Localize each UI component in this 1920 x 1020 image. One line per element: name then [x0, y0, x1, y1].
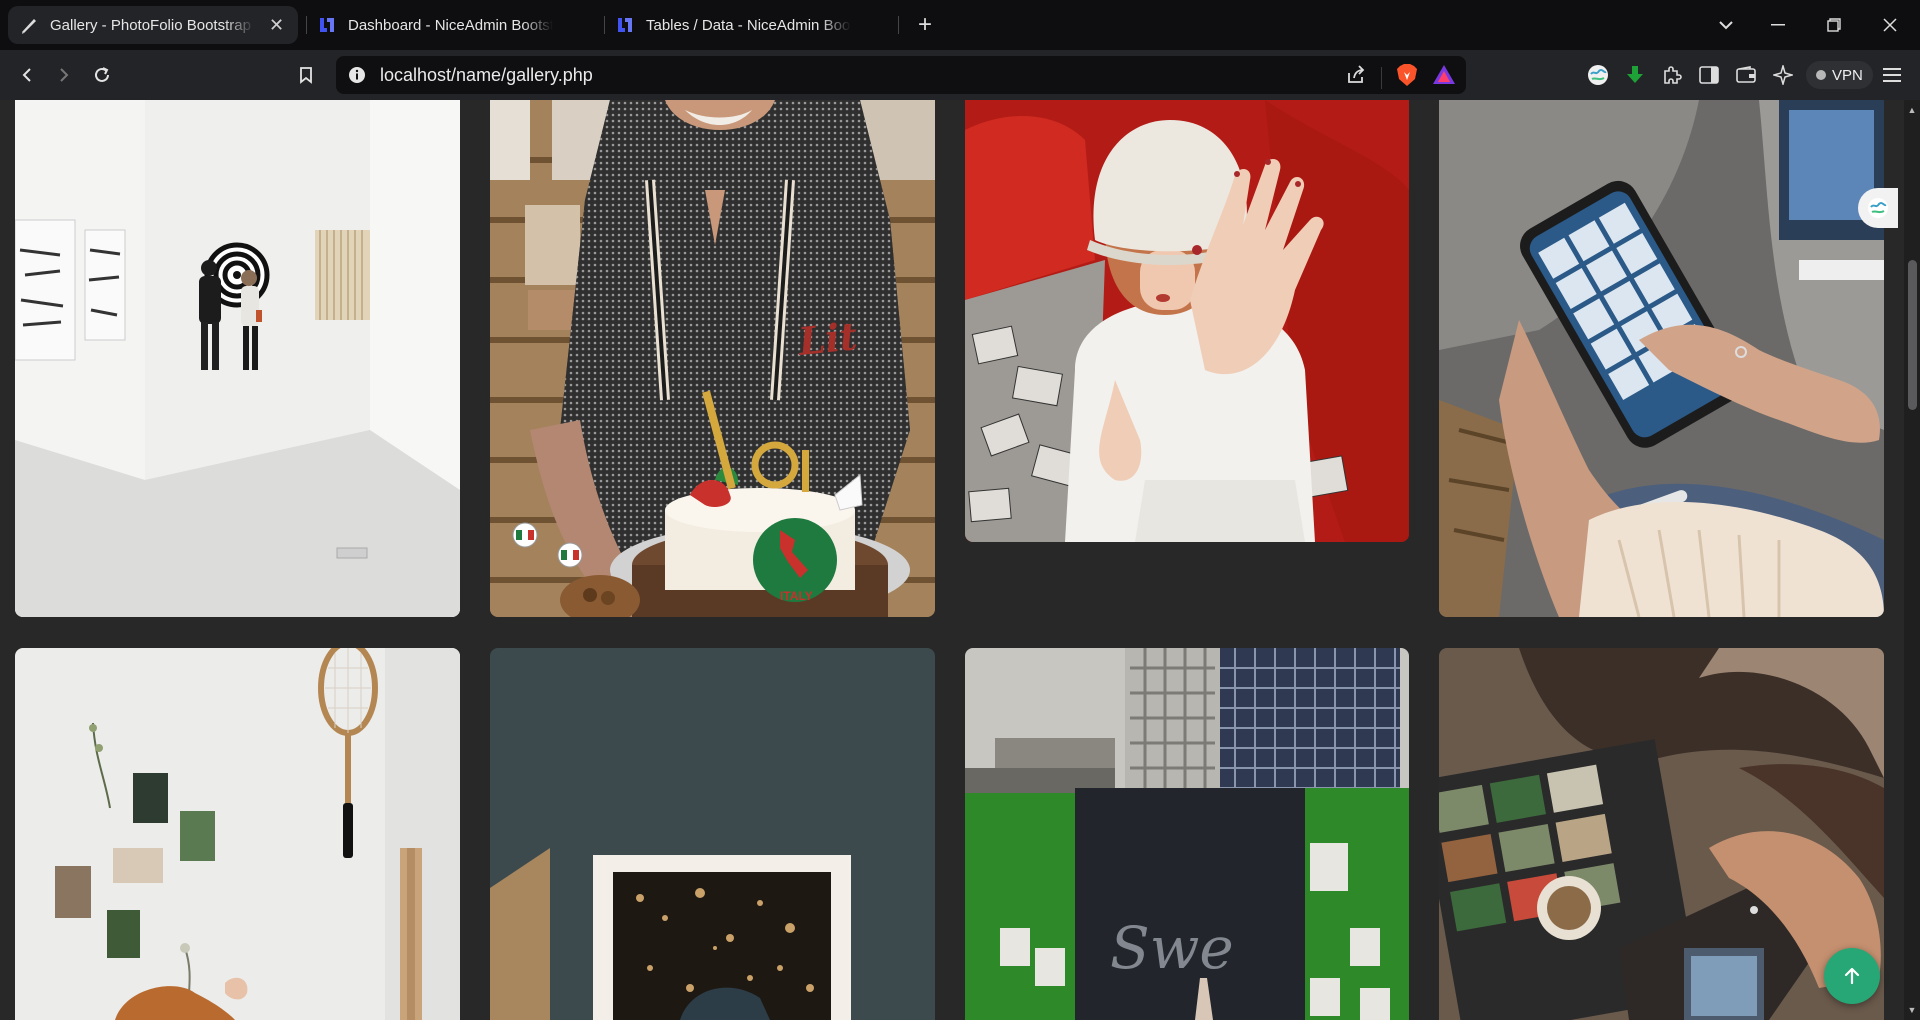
page-scrollbar[interactable]: ▲ ▼: [1904, 100, 1920, 1020]
photofolio-pen-icon: [20, 16, 38, 34]
close-tab-icon[interactable]: ✕: [269, 15, 284, 36]
extensions-icon[interactable]: [1657, 60, 1687, 90]
vpn-label: VPN: [1832, 66, 1863, 84]
gallery-photo-art-gallery[interactable]: [15, 100, 460, 617]
tab-title: Tables / Data - NiceAdmin Bootstrap: [646, 16, 851, 34]
gallery-photo-camera-laptop[interactable]: [1439, 648, 1884, 1020]
brave-rewards-icon[interactable]: [1432, 64, 1456, 91]
tab-gallery[interactable]: Gallery - PhotoFolio Bootstrap ✕: [8, 6, 298, 44]
share-icon[interactable]: [1345, 64, 1367, 91]
back-to-top-button[interactable]: [1824, 948, 1880, 1004]
back-button[interactable]: [10, 58, 44, 92]
site-info-icon[interactable]: [346, 64, 368, 86]
bookmark-icon[interactable]: [289, 58, 323, 92]
ext-globe-icon[interactable]: [1583, 60, 1613, 90]
restore-button[interactable]: [1814, 8, 1854, 42]
floating-extension-icon[interactable]: [1858, 188, 1898, 228]
tab-bar: Gallery - PhotoFolio Bootstrap ✕ Dashboa…: [0, 0, 1920, 50]
leo-ai-icon[interactable]: [1768, 60, 1798, 90]
menu-icon[interactable]: [1877, 60, 1907, 90]
vpn-button[interactable]: VPN: [1806, 61, 1873, 89]
niceadmin-logo-icon: [616, 16, 634, 34]
gallery-photo-badminton-wall[interactable]: [15, 648, 460, 1020]
forward-button[interactable]: [47, 58, 81, 92]
scrollbar-thumb[interactable]: [1908, 260, 1917, 410]
gallery-photo-urban-hoarding[interactable]: Swe: [965, 648, 1409, 1020]
minimize-button[interactable]: [1758, 8, 1798, 42]
cake-label: ITALY: [780, 589, 813, 603]
download-icon[interactable]: [1620, 60, 1650, 90]
reload-button[interactable]: [85, 58, 119, 92]
url-text[interactable]: localhost/name/gallery.php: [380, 65, 593, 86]
tab-dashboard[interactable]: Dashboard - NiceAdmin Bootstrap: [306, 6, 596, 44]
gallery-photo-girl-hat[interactable]: [965, 100, 1409, 542]
niceadmin-logo-icon: [318, 16, 336, 34]
gallery-page: Lit ITALY Swe: [0, 100, 1904, 1020]
wallet-icon[interactable]: [1731, 60, 1761, 90]
browser-toolbar: localhost/name/gallery.php VPN: [0, 50, 1920, 100]
sidebar-toggle-icon[interactable]: [1694, 60, 1724, 90]
gallery-photo-birthday-cake[interactable]: Lit ITALY: [490, 100, 935, 617]
vpn-status-dot: [1816, 70, 1826, 80]
close-window-button[interactable]: [1870, 8, 1910, 42]
scroll-down-arrow-icon[interactable]: ▼: [1907, 1006, 1917, 1015]
tab-title: Gallery - PhotoFolio Bootstrap: [50, 16, 251, 34]
tab-title: Dashboard - NiceAdmin Bootstrap: [348, 16, 553, 34]
svg-text:Lit: Lit: [795, 313, 860, 364]
gallery-photo-framed-bokeh[interactable]: [490, 648, 935, 1020]
scroll-up-arrow-icon[interactable]: ▲: [1907, 106, 1917, 115]
new-tab-button[interactable]: +: [908, 8, 942, 42]
address-bar[interactable]: localhost/name/gallery.php: [336, 56, 1466, 94]
brave-shields-icon[interactable]: [1396, 63, 1418, 92]
arrow-up-icon: [1844, 967, 1860, 985]
tab-search-chevron-icon[interactable]: [1706, 8, 1746, 42]
gallery-photo-smartphone[interactable]: [1439, 100, 1884, 617]
graffiti-text: Swe: [1110, 914, 1234, 982]
tab-tables[interactable]: Tables / Data - NiceAdmin Bootstrap: [604, 6, 894, 44]
